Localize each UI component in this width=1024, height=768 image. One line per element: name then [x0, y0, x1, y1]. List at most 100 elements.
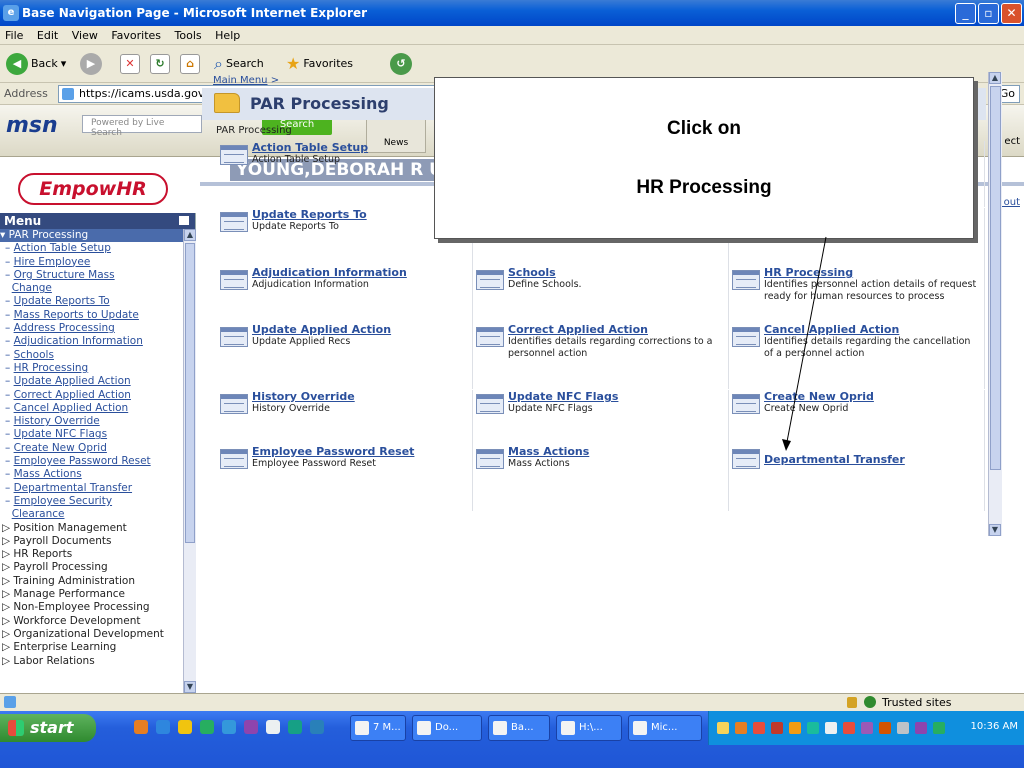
tray-network-icon[interactable] [807, 722, 819, 734]
maximize-button[interactable]: ▫ [978, 3, 999, 24]
menu-favorites[interactable]: Favorites [106, 26, 166, 45]
menu-item-label[interactable]: Change [12, 282, 52, 294]
quicklaunch-tool-icon[interactable] [288, 720, 302, 734]
tray-m-icon[interactable] [879, 722, 891, 734]
scroll-up-icon[interactable]: ▲ [184, 229, 196, 241]
menu-item-label[interactable]: Create New Oprid [14, 442, 107, 454]
menu-item[interactable]: – Schools [0, 349, 183, 362]
menu-item[interactable]: Clearance [0, 508, 183, 521]
menu-item-label[interactable]: Update NFC Flags [14, 428, 107, 440]
menu-tile[interactable]: Employee Password Reset Employee Password… [218, 445, 473, 511]
menu-item[interactable]: – Org Structure Mass [0, 269, 183, 282]
scroll-up-icon[interactable]: ▲ [989, 72, 1001, 84]
menu-item-label[interactable]: History Override [14, 415, 100, 427]
menu-item-label[interactable]: Schools [14, 349, 54, 361]
tray-shield-icon[interactable] [843, 722, 855, 734]
tile-title-link[interactable]: Mass Actions [508, 445, 589, 458]
menu-item-label[interactable]: Action Table Setup [14, 242, 111, 254]
menu-item-label[interactable]: Mass Reports to Update [14, 309, 139, 321]
tile-title-link[interactable]: Schools [508, 266, 556, 279]
taskbar-window-button[interactable]: Mic... [628, 715, 702, 741]
breadcrumb-main-menu[interactable]: Main Menu [213, 75, 268, 86]
menu-item[interactable]: ▷ Position Management [0, 522, 183, 535]
menu-item-label[interactable]: Update Applied Action [14, 375, 131, 387]
menu-tools[interactable]: Tools [170, 26, 207, 45]
menu-help[interactable]: Help [210, 26, 245, 45]
quicklaunch-outlook-icon[interactable] [134, 720, 148, 734]
menu-item[interactable]: – Update Reports To [0, 295, 183, 308]
tray-app-icon[interactable] [861, 722, 873, 734]
menu-item[interactable]: – Address Processing [0, 322, 183, 335]
menu-item[interactable]: – Departmental Transfer [0, 482, 183, 495]
menu-item[interactable]: ▷ Labor Relations [0, 655, 183, 668]
tile-title-link[interactable]: Action Table Setup [252, 141, 368, 154]
msn-search-input[interactable]: Powered by Live Search [82, 115, 202, 138]
quicklaunch-folder-icon[interactable] [178, 720, 192, 734]
menu-item-label[interactable]: Cancel Applied Action [14, 402, 129, 414]
taskbar-window-button[interactable]: Do... [412, 715, 482, 741]
forward-button[interactable]: ▶ [80, 52, 102, 76]
tray-speaker-icon[interactable] [897, 722, 909, 734]
tile-title-link[interactable]: Employee Password Reset [252, 445, 414, 458]
menu-file[interactable]: File [0, 26, 28, 45]
menu-item[interactable]: ▷ Manage Performance [0, 588, 183, 601]
menu-item-label[interactable]: HR Processing [14, 362, 89, 374]
back-button[interactable]: ◀ Back ▾ [6, 52, 66, 76]
menu-item[interactable]: ▾ PAR Processing [0, 229, 183, 243]
tile-title-link[interactable]: Adjudication Information [252, 266, 407, 279]
menu-item[interactable]: – Create New Oprid [0, 442, 183, 455]
menu-item[interactable]: – Adjudication Information [0, 335, 183, 348]
menu-item[interactable]: – Mass Reports to Update [0, 309, 183, 322]
taskbar-window-button[interactable]: 7 M... [350, 715, 406, 741]
menu-item-label[interactable]: Clearance [12, 508, 65, 520]
content-scroll-thumb[interactable] [990, 86, 1001, 470]
start-button[interactable]: start [0, 714, 96, 742]
tray-tsd-icon[interactable] [825, 722, 837, 734]
tile-title-link[interactable]: Correct Applied Action [508, 323, 648, 336]
close-button[interactable]: ✕ [1001, 3, 1022, 24]
menu-item[interactable]: – Hire Employee [0, 256, 183, 269]
content-scrollbar[interactable]: ▲ ▼ [988, 72, 1002, 536]
home-button[interactable]: ⌂ [180, 52, 200, 76]
quicklaunch-app-icon[interactable] [244, 720, 258, 734]
menu-item[interactable]: – Update Applied Action [0, 375, 183, 388]
menu-item[interactable]: – HR Processing [0, 362, 183, 375]
menu-tile[interactable]: Correct Applied Action Identifies details… [474, 323, 729, 389]
menu-item[interactable]: Change [0, 282, 183, 295]
menu-item[interactable]: ▷ Enterprise Learning [0, 641, 183, 654]
menu-item-label[interactable]: Update Reports To [14, 295, 110, 307]
scroll-down-icon[interactable]: ▼ [184, 681, 196, 693]
tray-outlook-icon[interactable] [735, 722, 747, 734]
menu-item[interactable]: ▷ Payroll Processing [0, 561, 183, 574]
quicklaunch-notepad-icon[interactable] [266, 720, 280, 734]
quicklaunch-excel-icon[interactable] [200, 720, 214, 734]
menu-item-label[interactable]: Correct Applied Action [14, 389, 131, 401]
menu-edit[interactable]: Edit [32, 26, 63, 45]
quicklaunch-media-icon[interactable] [310, 720, 324, 734]
tray-alert-icon[interactable] [753, 722, 765, 734]
menu-item[interactable]: – Update NFC Flags [0, 428, 183, 441]
menu-item[interactable]: ▷ Workforce Development [0, 615, 183, 628]
menu-item-label[interactable]: Org Structure Mass [14, 269, 115, 281]
tray-warning-icon[interactable] [789, 722, 801, 734]
menu-item[interactable]: – Action Table Setup [0, 242, 183, 255]
tile-title-link[interactable]: Update NFC Flags [508, 390, 618, 403]
menu-item-label[interactable]: Employee Security [14, 495, 112, 507]
menu-tile[interactable]: Update Applied Action Update Applied Recs [218, 323, 473, 389]
menu-item[interactable]: – Employee Password Reset [0, 455, 183, 468]
menu-tile[interactable]: Mass Actions Mass Actions [474, 445, 729, 511]
tile-title-link[interactable]: Update Reports To [252, 208, 367, 221]
taskbar-window-button[interactable]: H:\... [556, 715, 622, 741]
menu-item[interactable]: – Employee Security [0, 495, 183, 508]
stop-button[interactable]: ✕ [120, 52, 140, 76]
quicklaunch-ie-icon[interactable] [156, 720, 170, 734]
tray-mail-icon[interactable] [717, 722, 729, 734]
scroll-down-icon[interactable]: ▼ [989, 524, 1001, 536]
menu-item[interactable]: ▷ Organizational Development [0, 628, 183, 641]
tray-update-icon[interactable] [933, 722, 945, 734]
menu-item[interactable]: – Mass Actions [0, 468, 183, 481]
menu-item[interactable]: ▷ HR Reports [0, 548, 183, 561]
menu-view[interactable]: View [67, 26, 103, 45]
menu-item[interactable]: – Cancel Applied Action [0, 402, 183, 415]
menu-item[interactable]: – History Override [0, 415, 183, 428]
